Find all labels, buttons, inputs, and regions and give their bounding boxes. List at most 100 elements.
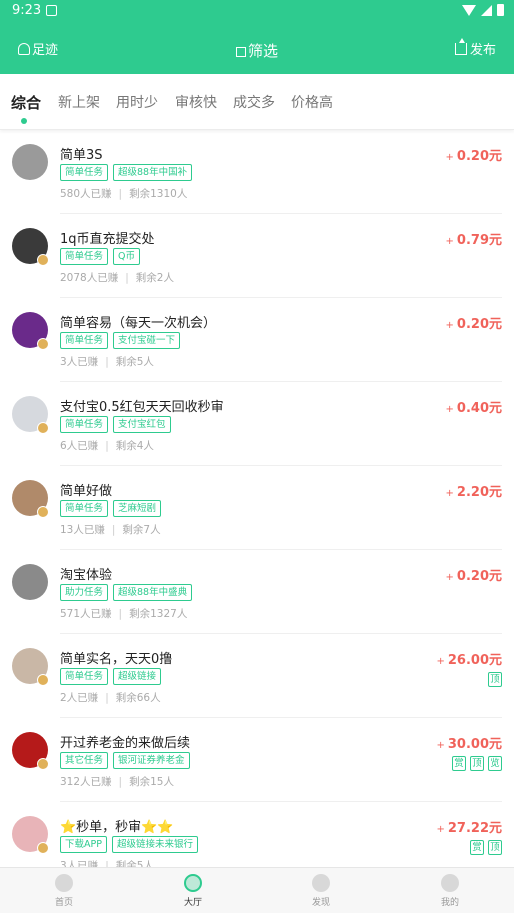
task-row[interactable]: 1q币直充提交处 简单任务 Q币 2078人已赚 | 剩余2人 +0.79元: [0, 214, 514, 298]
nav-hall-label: 大厅: [183, 898, 202, 908]
remaining-count: 剩余4人: [115, 440, 154, 452]
nav-home[interactable]: 首页: [34, 874, 94, 908]
vip-badge-icon: [37, 422, 49, 434]
reward-amount: 30.00元: [447, 737, 502, 752]
task-row[interactable]: 简单容易（每天一次机会） 简单任务 支付宝碰一下 3人已赚 | 剩余5人 +0.20元: [0, 298, 514, 382]
remaining-count: 剩余1327人: [129, 608, 188, 620]
task-tag: 超级链接未来银行: [111, 836, 198, 853]
publish-label: 发布: [469, 43, 496, 58]
task-reward: +27.22元: [436, 817, 502, 836]
earned-count: 312人已赚: [60, 776, 112, 788]
task-badges: 赏顶览: [452, 756, 502, 771]
earned-count: 3人已赚: [60, 860, 99, 867]
reward-amount: 0.40元: [456, 401, 502, 416]
meta-divider: |: [125, 272, 129, 284]
publish-button[interactable]: 发布: [454, 37, 496, 58]
task-title: ⭐秒单，秒审⭐⭐: [60, 820, 174, 835]
home-icon: [55, 874, 73, 892]
earned-count: 3人已赚: [60, 356, 99, 368]
meta-divider: |: [118, 188, 123, 200]
plus-icon: +: [436, 824, 445, 835]
profile-icon: [441, 874, 459, 892]
nav-home-label: 首页: [54, 898, 73, 908]
tab-most-deals[interactable]: 成交多: [233, 92, 275, 112]
task-tag: 简单任务: [60, 416, 109, 433]
task-tag: 助力任务: [60, 584, 109, 601]
task-row[interactable]: 支付宝0.5红包天天回收秒审 简单任务 支付宝红包 6人已赚 | 剩余4人 +0.40元: [0, 382, 514, 466]
task-reward: +0.40元: [446, 397, 502, 416]
task-tag: 超级88年中国补: [113, 164, 193, 181]
task-meta: 3人已赚 | 剩余5人: [60, 858, 154, 867]
earned-count: 6人已赚: [60, 440, 99, 452]
task-title: 简单3S: [60, 148, 103, 163]
tab-highest-price[interactable]: 价格高: [291, 92, 333, 112]
wifi-icon: [462, 4, 476, 16]
task-tag: 其它任务: [60, 752, 109, 769]
sort-tabs: 综合 新上架 用时少 审核快 成交多 价格高: [0, 74, 514, 130]
task-tag: 下载APP: [60, 836, 107, 853]
remaining-count: 剩余2人: [135, 272, 174, 284]
nav-hall[interactable]: 大厅: [163, 874, 223, 908]
nav-discover-label: 发现: [311, 898, 330, 908]
earned-count: 13人已赚: [60, 524, 105, 536]
hall-icon: [184, 874, 202, 892]
task-badge: 赏: [452, 756, 466, 771]
task-reward: +0.20元: [446, 313, 502, 332]
vip-badge-icon: [37, 254, 49, 266]
task-row[interactable]: 简单好做 简单任务 芝麻短剧 13人已赚 | 剩余7人 +2.20元: [0, 466, 514, 550]
task-reward: +2.20元: [446, 481, 502, 500]
task-badge: 顶: [488, 672, 502, 687]
task-tags: 简单任务 超级链接: [60, 668, 162, 685]
task-reward: +0.20元: [446, 145, 502, 164]
task-meta: 2078人已赚 | 剩余2人: [60, 270, 174, 285]
reward-amount: 0.20元: [456, 569, 502, 584]
nav-mine[interactable]: 我的: [420, 874, 480, 908]
task-reward: +0.79元: [446, 229, 502, 248]
plus-icon: +: [445, 572, 454, 583]
tab-quick-review[interactable]: 审核快: [175, 92, 217, 112]
task-tag: Q币: [113, 248, 140, 265]
filter-icon: [235, 47, 246, 57]
task-reward: +26.00元: [436, 649, 502, 668]
task-tags: 简单任务 支付宝红包: [60, 416, 171, 433]
task-tag: 简单任务: [60, 668, 109, 685]
task-tags: 简单任务 Q币: [60, 248, 140, 265]
discover-icon: [312, 874, 330, 892]
nav-discover[interactable]: 发现: [291, 874, 351, 908]
tab-comprehensive[interactable]: 综合: [11, 92, 41, 113]
task-badges: 顶: [488, 672, 502, 687]
task-row[interactable]: 简单实名，天天0撸 简单任务 超级链接 2人已赚 | 剩余66人 +26.00元顶: [0, 634, 514, 718]
avatar: [12, 564, 48, 600]
task-row[interactable]: 开过养老金的来做后续 其它任务 银河证券养老金 312人已赚 | 剩余15人 +30.00元…: [0, 718, 514, 802]
task-title: 开过养老金的来做后续: [60, 736, 191, 751]
earned-count: 2人已赚: [60, 692, 99, 704]
task-tag: 超级88年中盛典: [113, 584, 193, 601]
meta-divider: |: [105, 440, 109, 452]
task-row[interactable]: 淘宝体验 助力任务 超级88年中盛典 571人已赚 | 剩余1327人 +0.20元: [0, 550, 514, 634]
tab-fastest-time[interactable]: 用时少: [116, 92, 158, 112]
task-meta: 2人已赚 | 剩余66人: [60, 690, 161, 705]
remaining-count: 剩余1310人: [129, 188, 188, 200]
remaining-count: 剩余66人: [115, 692, 161, 704]
avatar: [12, 144, 48, 180]
upload-icon: [454, 37, 467, 55]
task-reward: +30.00元: [436, 733, 502, 752]
meta-divider: |: [111, 524, 116, 536]
task-title: 1q币直充提交处: [60, 232, 155, 247]
reward-amount: 0.20元: [456, 149, 502, 164]
reward-amount: 2.20元: [456, 485, 502, 500]
task-meta: 580人已赚 | 剩余1310人: [60, 186, 187, 201]
vip-badge-icon: [37, 842, 49, 854]
reward-amount: 0.20元: [456, 317, 502, 332]
filter-button[interactable]: 筛选: [0, 40, 514, 61]
tab-newest[interactable]: 新上架: [58, 92, 100, 112]
task-row[interactable]: ⭐秒单，秒审⭐⭐ 下载APP 超级链接未来银行 3人已赚 | 剩余5人 +27.22元赏顶: [0, 802, 514, 867]
task-tags: 助力任务 超级88年中盛典: [60, 584, 193, 601]
remaining-count: 剩余7人: [122, 524, 161, 536]
meta-divider: |: [105, 356, 109, 368]
task-row[interactable]: 简单3S 简单任务 超级88年中国补 580人已赚 | 剩余1310人 +0.20元: [0, 130, 514, 214]
task-tag: 简单任务: [60, 500, 109, 517]
remaining-count: 剩余5人: [115, 356, 154, 368]
task-meta: 3人已赚 | 剩余5人: [60, 354, 154, 369]
meta-divider: |: [118, 608, 123, 620]
